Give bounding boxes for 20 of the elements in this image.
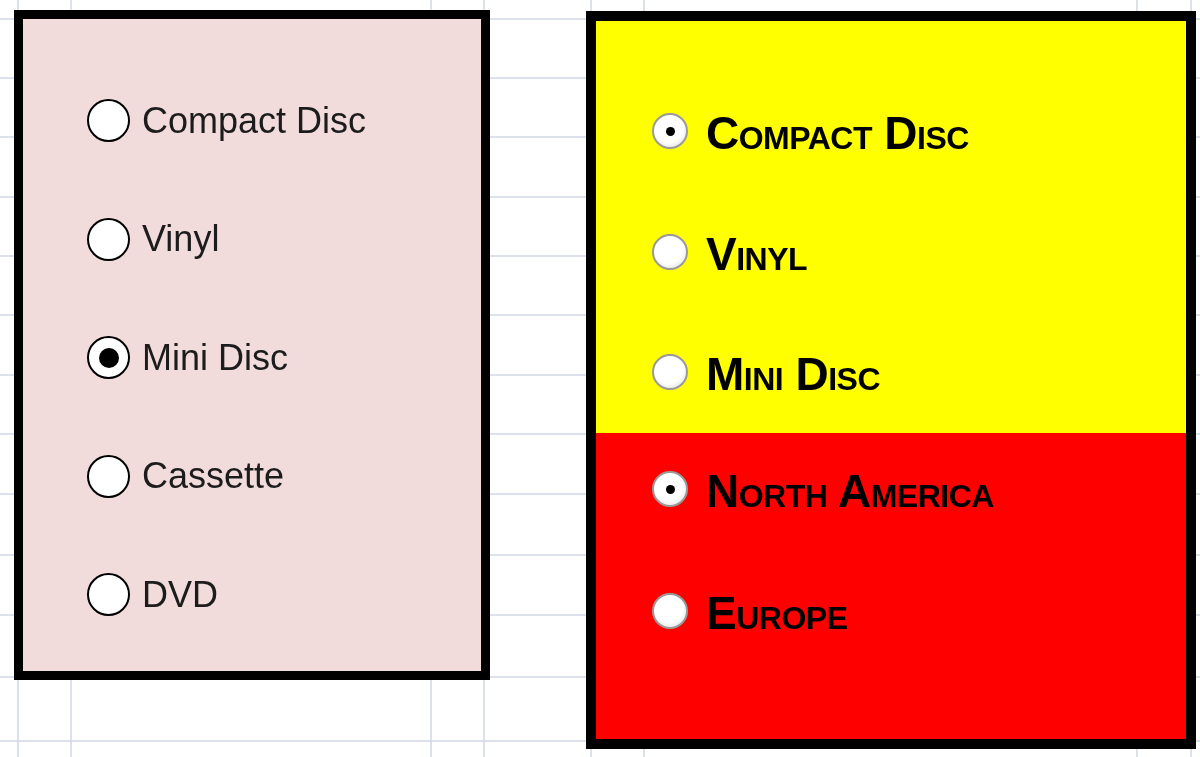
radio-button[interactable] [652,471,688,507]
option-label[interactable]: Mini Disc [142,339,288,376]
option-label[interactable]: Vinyl [142,221,220,257]
option-label[interactable]: Vinyl [706,226,808,277]
option-label[interactable]: DVD [142,576,218,613]
option-label[interactable]: North America [706,464,994,514]
radio-button[interactable] [652,113,688,149]
option-label[interactable]: Mini Disc [706,347,881,397]
radio-button[interactable] [652,593,688,629]
option-label[interactable]: Compact Disc [706,106,969,156]
radio-button[interactable] [87,454,130,498]
option-label[interactable]: Europe [706,586,848,636]
radio-button[interactable] [652,233,688,270]
radio-button[interactable] [87,217,130,261]
radio-button[interactable] [652,354,688,390]
radio-button[interactable] [87,99,130,142]
option-label[interactable]: Cassette [142,458,285,494]
option-label[interactable]: Compact Disc [142,102,367,139]
radio-button[interactable] [87,573,130,616]
radio-button[interactable] [87,336,130,379]
